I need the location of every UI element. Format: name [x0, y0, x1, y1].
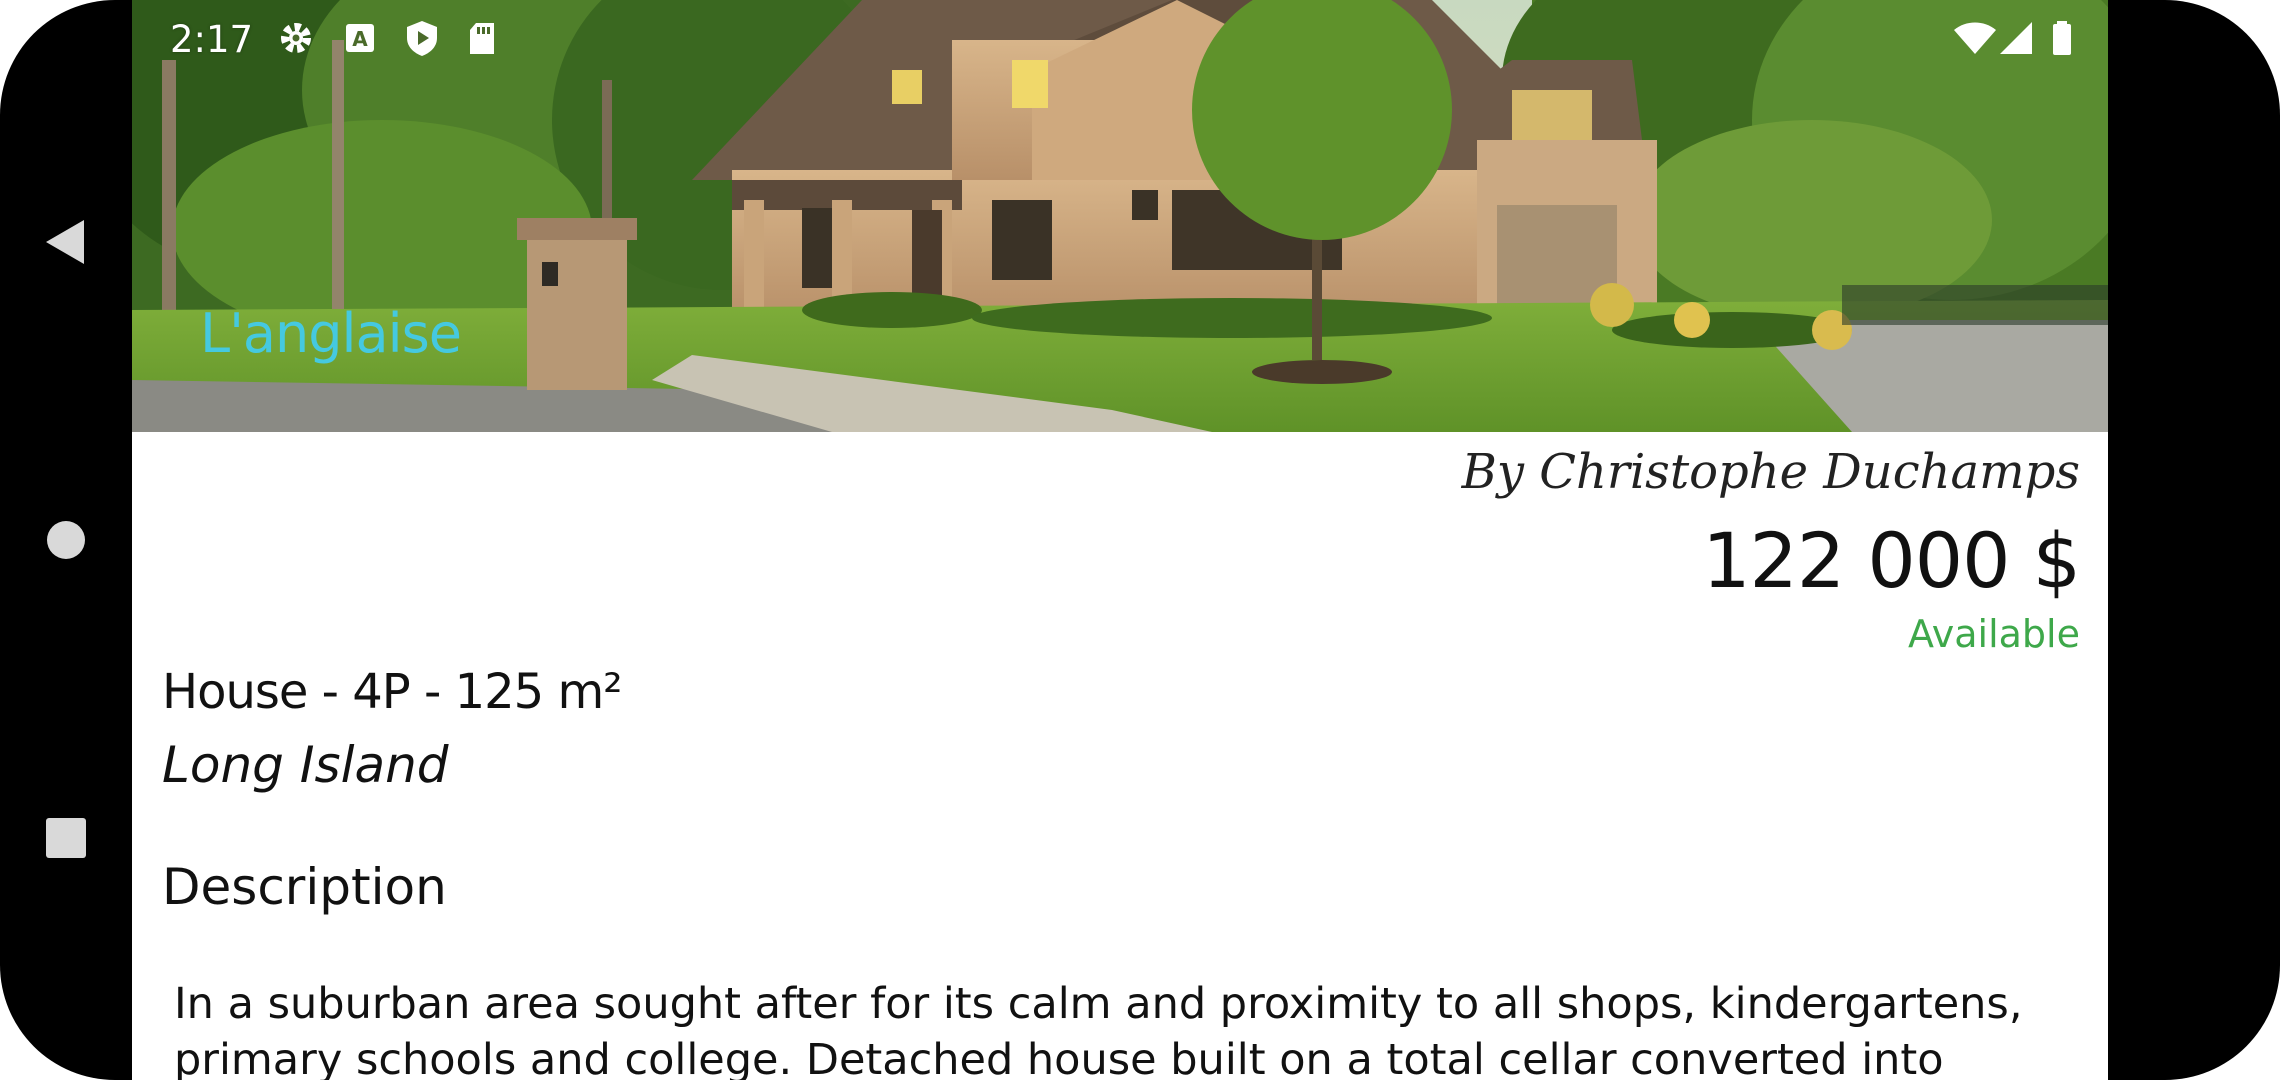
- sd-card-icon: [470, 23, 494, 54]
- recents-button[interactable]: [36, 808, 96, 868]
- property-photo: 2:17 A L'anglaise: [132, 0, 2108, 432]
- svg-text:A: A: [352, 27, 368, 51]
- navigation-bar: [0, 0, 132, 1080]
- listing-price: 122 000 $: [1702, 516, 2081, 605]
- battery-icon: [2053, 21, 2071, 55]
- recents-icon: [46, 818, 86, 858]
- home-icon: [47, 521, 85, 559]
- property-location: Long Island: [162, 736, 449, 794]
- status-time: 2:17: [170, 18, 254, 61]
- wifi-icon: [1954, 22, 1996, 54]
- status-bar: 2:17 A: [132, 0, 2108, 76]
- listing-title: L'anglaise: [200, 302, 462, 365]
- app-screen: 2:17 A L'anglaise By Christophe Duchamps…: [132, 0, 2108, 1080]
- description-heading: Description: [162, 858, 447, 916]
- settings-icon: [281, 23, 311, 53]
- property-type-summary: House - 4P - 125 m²: [162, 664, 622, 720]
- play-protect-icon: [407, 21, 437, 56]
- keyboard-a-icon: A: [346, 24, 374, 52]
- home-button[interactable]: [36, 510, 96, 570]
- signal-icon: [2000, 22, 2032, 54]
- availability-status: Available: [1907, 612, 2080, 656]
- back-button[interactable]: [36, 212, 96, 272]
- back-icon: [46, 220, 84, 264]
- agent-name: By Christophe Duchamps: [1461, 444, 2080, 500]
- device-frame: 2:17 A L'anglaise By Christophe Duchamps…: [0, 0, 2280, 1080]
- description-text: In a suburban area sought after for its …: [174, 979, 2023, 1080]
